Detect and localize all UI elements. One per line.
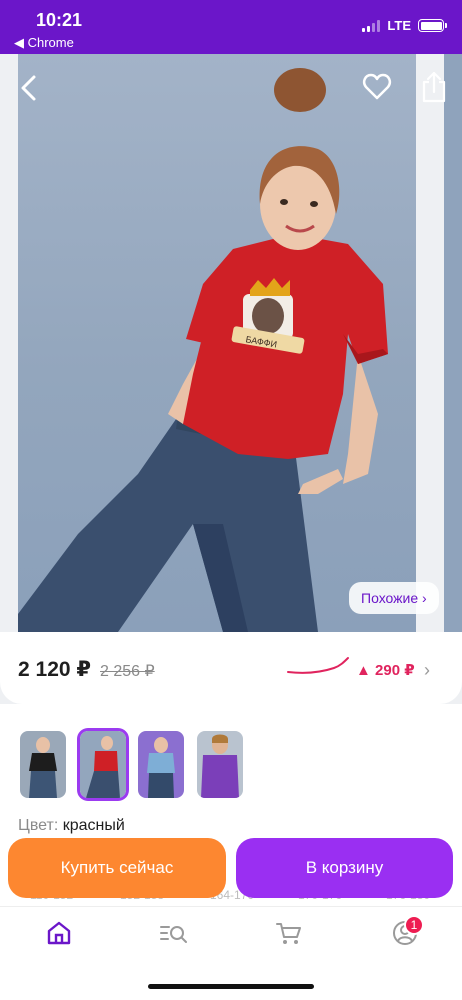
color-selection: Цвет: красный	[18, 817, 125, 835]
status-bar: 10:21 ◀ Chrome LTE	[0, 0, 462, 54]
variant-thumb-blue[interactable]	[138, 731, 184, 798]
variant-black-image	[20, 731, 66, 798]
old-price: 2 256 ₽	[100, 663, 155, 680]
similar-products-button[interactable]: Похожие ›	[349, 582, 439, 614]
variant-thumb-black[interactable]	[20, 731, 66, 798]
variant-red-image	[80, 731, 126, 798]
battery-icon	[418, 19, 447, 32]
cart-icon[interactable]	[274, 918, 304, 948]
add-to-cart-button[interactable]: В корзину	[236, 838, 453, 898]
signal-icon	[362, 19, 381, 32]
heart-icon[interactable]	[362, 72, 392, 102]
current-price: 2 120 ₽	[18, 658, 91, 681]
variant-purple-image	[197, 731, 243, 798]
status-indicators: LTE	[362, 18, 447, 33]
variant-thumb-purple[interactable]	[197, 731, 243, 798]
back-to-app-link[interactable]: ◀ Chrome	[14, 35, 74, 51]
variant-thumb-red[interactable]	[80, 731, 126, 798]
share-icon[interactable]	[420, 70, 448, 104]
network-type: LTE	[387, 18, 411, 33]
variant-blue-image	[138, 731, 184, 798]
home-indicator	[148, 984, 314, 989]
product-photo: БАФФИ	[18, 68, 388, 632]
catalog-search-icon[interactable]	[158, 918, 188, 948]
product-image[interactable]: БАФФИ	[18, 54, 416, 632]
price-drop-amount[interactable]: ▲ 290 ₽	[356, 661, 415, 679]
notification-badge: 1	[404, 915, 424, 935]
price-trend-sparkline[interactable]	[286, 656, 350, 678]
status-time: 10:21	[36, 10, 83, 30]
buy-now-button[interactable]: Купить сейчас	[8, 838, 226, 898]
color-value: красный	[62, 817, 125, 834]
color-label: Цвет:	[18, 817, 59, 834]
chevron-right-icon[interactable]: ›	[424, 660, 430, 681]
home-icon[interactable]	[44, 918, 74, 948]
next-image-peek[interactable]	[444, 54, 462, 632]
back-arrow-icon[interactable]	[16, 72, 44, 104]
